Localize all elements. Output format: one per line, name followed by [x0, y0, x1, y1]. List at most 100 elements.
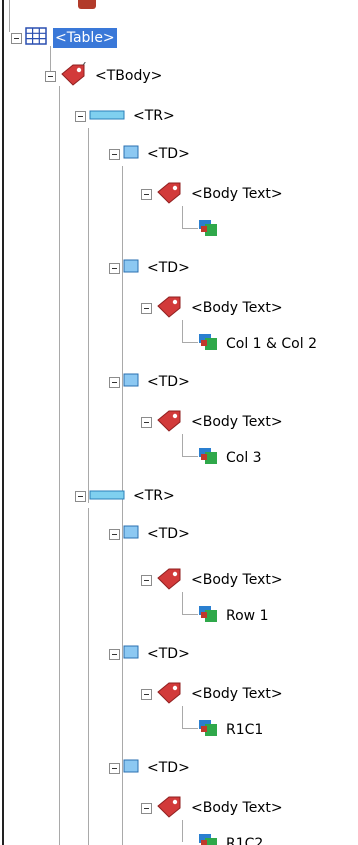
tree-node-tr[interactable]: <TR> — [75, 104, 177, 128]
tree-connector — [182, 592, 183, 614]
cell-icon — [123, 525, 139, 543]
node-label: <Body Text> — [191, 572, 283, 588]
node-label: R1C2 — [226, 836, 264, 845]
tree-node-content[interactable]: Row 1 — [198, 604, 270, 628]
tag-icon — [59, 59, 87, 90]
node-label: <Table> — [53, 28, 117, 48]
node-label: <Body Text> — [191, 300, 283, 316]
collapse-toggle[interactable] — [109, 148, 120, 160]
tree-connector — [182, 614, 198, 615]
collapse-toggle[interactable] — [109, 648, 120, 660]
tree-connector — [88, 128, 89, 503]
tree-connector — [88, 508, 89, 845]
tree-node-content[interactable]: Col 3 — [198, 446, 264, 470]
tree-connector — [182, 434, 183, 456]
node-label: <TR> — [133, 108, 175, 124]
row-icon — [89, 108, 125, 124]
tree-node-tbody[interactable]: <TBody> — [45, 59, 164, 90]
tree-connector — [182, 706, 183, 728]
node-label: Col 3 — [226, 450, 262, 466]
collapse-toggle[interactable] — [75, 110, 86, 122]
collapse-toggle[interactable] — [141, 688, 152, 700]
tree-node-table[interactable]: <Table> — [11, 26, 117, 50]
collapse-toggle[interactable] — [141, 302, 152, 314]
tree-node-body-text[interactable]: <Body Text> — [141, 296, 285, 320]
tree-node-td[interactable]: <TD> — [109, 142, 192, 166]
content-icon — [198, 333, 218, 355]
tag-icon — [155, 180, 183, 208]
tag-icon — [155, 680, 183, 708]
tree-connector — [182, 820, 183, 842]
tree-node-body-text[interactable]: <Body Text> — [141, 796, 285, 820]
tree-connector — [182, 728, 198, 729]
node-label: <TD> — [147, 526, 190, 542]
node-label: <TD> — [147, 260, 190, 276]
tree-node-content[interactable] — [198, 218, 228, 242]
collapse-toggle[interactable] — [45, 70, 56, 82]
tree-node-td[interactable]: <TD> — [109, 370, 192, 394]
tree-node-td[interactable]: <TD> — [109, 756, 192, 780]
node-label: R1C1 — [226, 722, 264, 738]
tree-connector — [9, 0, 10, 32]
tree-node-body-text[interactable]: <Body Text> — [141, 182, 285, 206]
content-icon — [198, 833, 218, 845]
tree-node-td[interactable]: <TD> — [109, 642, 192, 666]
table-grid-icon — [25, 27, 47, 49]
tree-connector — [182, 320, 183, 342]
collapse-toggle[interactable] — [109, 762, 120, 774]
tags-tree-panel: <Table> <TBody> <TR> <TD> <Body Text> <T… — [0, 0, 358, 845]
tree-node-content[interactable]: R1C1 — [198, 718, 265, 742]
collapse-toggle[interactable] — [109, 262, 120, 274]
tree-node-body-text[interactable]: <Body Text> — [141, 682, 285, 706]
content-icon — [198, 219, 218, 241]
node-label: <Body Text> — [191, 414, 283, 430]
tree-connector — [122, 546, 123, 845]
tree-connector — [182, 228, 198, 229]
tree-connector — [182, 456, 198, 457]
node-label: Col 1 & Col 2 — [226, 336, 317, 352]
collapse-toggle[interactable] — [109, 376, 120, 388]
collapse-toggle[interactable] — [141, 802, 152, 814]
node-label: <Body Text> — [191, 800, 283, 816]
tag-icon — [155, 566, 183, 594]
tree-connector — [59, 86, 60, 845]
tree-node-body-text[interactable]: <Body Text> — [141, 568, 285, 592]
node-label: <TBody> — [95, 68, 163, 84]
node-label: <TR> — [133, 488, 175, 504]
node-label: <Body Text> — [191, 686, 283, 702]
tree-node-content[interactable]: R1C2 — [198, 832, 265, 845]
node-label: <TD> — [147, 374, 190, 390]
tree-node-td[interactable]: <TD> — [109, 522, 192, 546]
collapse-toggle[interactable] — [109, 528, 120, 540]
node-label: <TD> — [147, 146, 190, 162]
collapse-toggle[interactable] — [141, 416, 152, 428]
cell-icon — [123, 759, 139, 777]
node-label: <TD> — [147, 646, 190, 662]
content-icon — [198, 447, 218, 469]
panel-left-border — [2, 0, 4, 845]
tree-node-tr[interactable]: <TR> — [75, 484, 177, 508]
collapse-toggle[interactable] — [75, 490, 86, 502]
content-icon — [198, 605, 218, 627]
cell-icon — [123, 145, 139, 163]
cell-icon — [123, 259, 139, 277]
partial-tag-icon — [78, 0, 96, 9]
tag-icon — [155, 408, 183, 436]
tree-connector — [182, 342, 198, 343]
tree-node-content[interactable]: Col 1 & Col 2 — [198, 332, 319, 356]
cell-icon — [123, 373, 139, 391]
node-label: Row 1 — [226, 608, 269, 624]
collapse-toggle[interactable] — [141, 188, 152, 200]
node-label: <Body Text> — [191, 186, 283, 202]
tree-node-body-text[interactable]: <Body Text> — [141, 410, 285, 434]
collapse-toggle[interactable] — [141, 574, 152, 586]
node-label: <TD> — [147, 760, 190, 776]
cell-icon — [123, 645, 139, 663]
tree-node-td[interactable]: <TD> — [109, 256, 192, 280]
row-icon — [89, 488, 125, 504]
tag-icon — [155, 294, 183, 322]
tree-connector — [182, 206, 183, 228]
content-icon — [198, 719, 218, 741]
collapse-toggle[interactable] — [11, 32, 22, 44]
tag-icon — [155, 794, 183, 822]
